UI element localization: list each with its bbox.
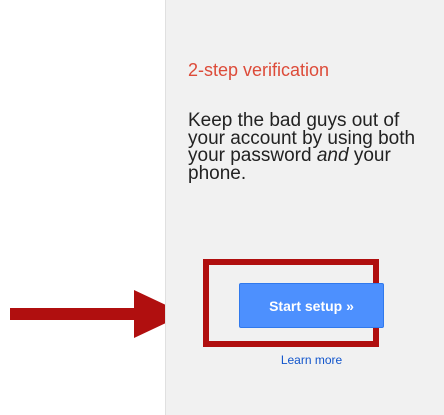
- arrow-right-icon: [10, 290, 185, 338]
- start-setup-button[interactable]: Start setup »: [239, 283, 384, 328]
- card-description: Keep the bad guys out of your account by…: [188, 111, 428, 182]
- two-step-verification-card: 2-step verification Keep the bad guys ou…: [165, 0, 444, 415]
- learn-more-link[interactable]: Learn more: [239, 353, 384, 367]
- description-emphasis: and: [316, 145, 349, 166]
- card-title: 2-step verification: [188, 60, 330, 80]
- page: 2-step verification Keep the bad guys ou…: [0, 0, 444, 415]
